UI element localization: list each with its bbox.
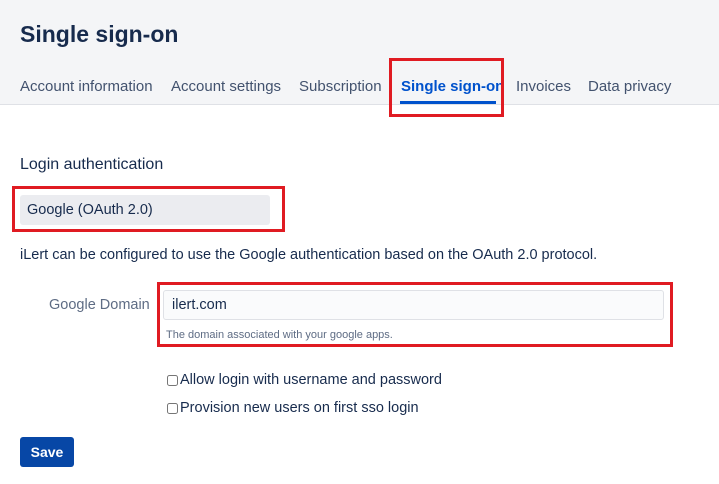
allow-password-login-label[interactable]: Allow login with username and password	[180, 372, 442, 388]
auth-provider-select[interactable]: Google (OAuth 2.0)	[20, 195, 270, 225]
tab-account-information[interactable]: Account information	[20, 78, 153, 96]
google-domain-label: Google Domain	[49, 297, 150, 313]
active-tab-indicator	[400, 101, 496, 104]
tab-single-sign-on[interactable]: Single sign-on	[401, 78, 504, 96]
allow-password-login-checkbox[interactable]	[167, 374, 178, 386]
provision-users-option: Provision new users on first sso login	[165, 399, 419, 417]
google-domain-help-text: The domain associated with your google a…	[166, 329, 393, 341]
provision-users-checkbox[interactable]	[167, 402, 178, 414]
tab-data-privacy[interactable]: Data privacy	[588, 78, 671, 96]
tab-bar: Account information Account settings Sub…	[0, 74, 719, 104]
tab-subscription[interactable]: Subscription	[299, 78, 382, 96]
sso-description: iLert can be configured to use the Googl…	[20, 247, 598, 263]
provision-users-label[interactable]: Provision new users on first sso login	[180, 400, 419, 416]
page-header: Single sign-on Account information Accou…	[0, 0, 719, 105]
page-title: Single sign-on	[20, 21, 179, 47]
save-button[interactable]: Save	[20, 437, 74, 467]
tab-account-settings[interactable]: Account settings	[171, 78, 281, 96]
allow-password-login-option: Allow login with username and password	[165, 371, 442, 389]
google-domain-input[interactable]	[163, 290, 664, 320]
section-title-login-authentication: Login authentication	[20, 156, 164, 173]
tab-invoices[interactable]: Invoices	[516, 78, 571, 96]
